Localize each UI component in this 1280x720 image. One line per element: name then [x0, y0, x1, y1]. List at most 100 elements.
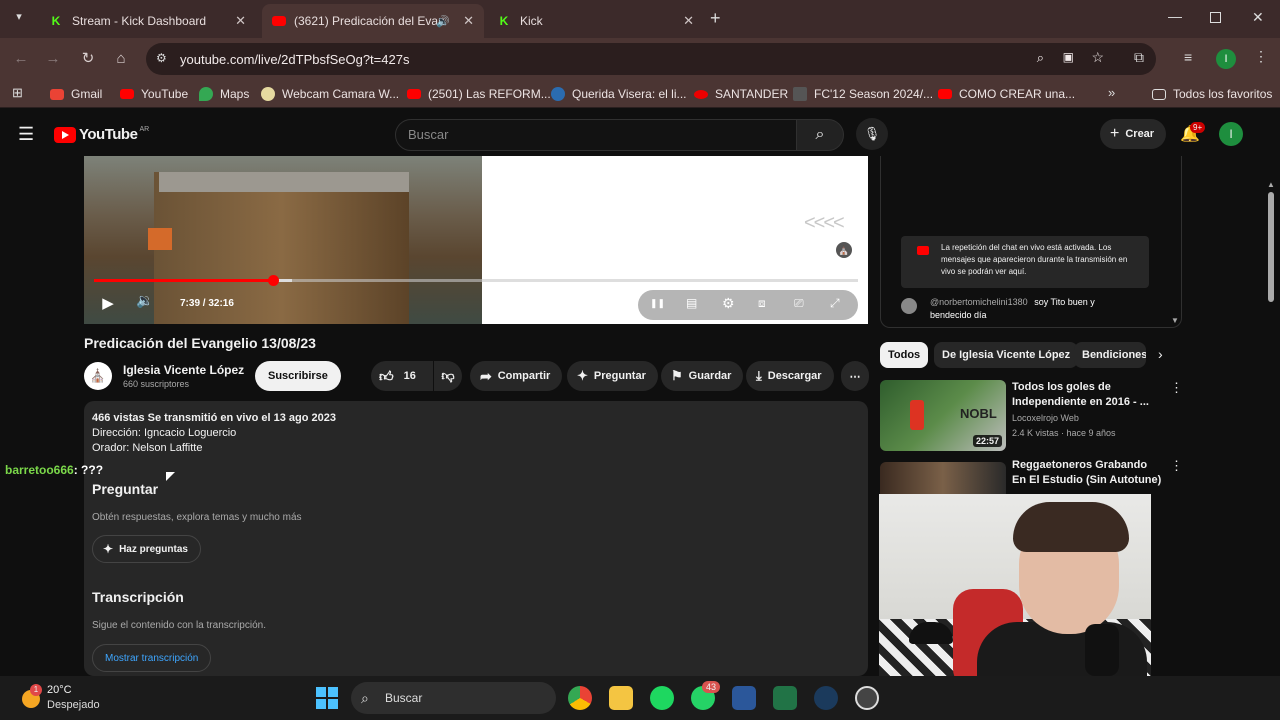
bookmark-icon: ⚑: [671, 368, 683, 383]
speaker-icon[interactable]: 🔊: [436, 15, 450, 28]
reload-icon[interactable]: ↻: [77, 48, 99, 70]
subtitles-icon[interactable]: ▤: [686, 296, 697, 310]
word-icon[interactable]: [732, 686, 756, 710]
new-tab-button[interactable]: +: [710, 8, 721, 29]
settings-icon[interactable]: ⚙: [722, 295, 735, 312]
thumbs-up-icon: 👍︎: [379, 367, 394, 384]
bookmark-fc12[interactable]: FC'12 Season 2024/...: [793, 85, 933, 103]
fullscreen-icon[interactable]: ⤢: [830, 296, 840, 311]
tab-kick[interactable]: K Kick ✕: [486, 4, 704, 38]
more-icon: ⋯: [849, 370, 861, 383]
weather-desc: Despejado: [47, 699, 100, 711]
bookmark-star-icon[interactable]: ☆: [1091, 49, 1104, 66]
share-button[interactable]: ➦ Compartir: [470, 361, 563, 391]
menu-icon[interactable]: ⋮: [1254, 48, 1268, 65]
page-scrollbar[interactable]: [1268, 192, 1274, 302]
close-icon[interactable]: ✕: [235, 13, 246, 29]
more-bookmarks-icon[interactable]: »: [1108, 85, 1115, 100]
chip-bendiciones[interactable]: Bendiciones: [1074, 342, 1146, 368]
show-transcript-button[interactable]: Mostrar transcripción: [92, 644, 212, 672]
minimize-button[interactable]: —: [1168, 8, 1182, 24]
forward-icon[interactable]: →: [42, 48, 64, 70]
back-icon[interactable]: ←: [10, 48, 32, 70]
tab-youtube[interactable]: (3621) Predicación del Evan 🔊 ✕: [262, 4, 484, 38]
chat-scroll-down-icon[interactable]: ▼: [1171, 316, 1179, 325]
bookmark-santander[interactable]: SANTANDER: [694, 85, 788, 103]
bookmark-visera[interactable]: Querida Visera: el li...: [551, 85, 687, 103]
description-views-date: 466 vistas Se transmitió en vivo el 13 a…: [92, 412, 336, 424]
rec-more-icon[interactable]: ⋮: [1170, 380, 1183, 396]
create-button[interactable]: + Crear: [1100, 119, 1167, 149]
channel-name[interactable]: Iglesia Vicente López: [123, 363, 244, 377]
tab-kick-dashboard[interactable]: K Stream - Kick Dashboard ✕: [38, 4, 256, 38]
subscriber-count: 660 suscriptores: [123, 379, 190, 389]
obs-icon[interactable]: [855, 686, 879, 710]
bookmark-gmail[interactable]: Gmail: [50, 85, 102, 103]
weather-widget[interactable]: 1 20°C Despejado: [18, 682, 128, 714]
chip-all[interactable]: Todos: [880, 342, 929, 368]
spotify-icon[interactable]: [650, 686, 674, 710]
pause-icon[interactable]: ❚❚: [650, 298, 665, 309]
bookmark-maps[interactable]: Maps: [199, 85, 249, 103]
chrome-icon[interactable]: [568, 686, 592, 710]
channel-avatar[interactable]: ⛪: [84, 362, 112, 390]
dislike-button[interactable]: 👎︎: [434, 361, 462, 391]
file-explorer-icon[interactable]: [609, 686, 633, 710]
chips-next-icon[interactable]: ›: [1158, 346, 1163, 362]
site-info-icon[interactable]: ⚙: [156, 51, 167, 65]
like-button[interactable]: 👍︎ 16: [371, 361, 433, 391]
rewind-arrows: <<<<: [804, 212, 845, 234]
steam-icon[interactable]: [814, 686, 838, 710]
close-icon[interactable]: ✕: [683, 13, 694, 29]
search-input[interactable]: Buscar: [395, 119, 797, 151]
sparkle-icon: ✦: [103, 542, 114, 556]
cast-icon[interactable]: ⎚: [794, 296, 804, 311]
youtube-icon: [120, 89, 134, 99]
maximize-button[interactable]: [1210, 12, 1221, 23]
scroll-up-icon[interactable]: ▲: [1267, 180, 1275, 189]
mic-button[interactable]: 🎙: [856, 118, 888, 150]
taskbar-search[interactable]: ⌕ Buscar: [351, 682, 556, 714]
more-actions-button[interactable]: ⋯: [841, 361, 869, 391]
zoom-icon[interactable]: ⌕: [1037, 50, 1044, 66]
miniplayer-icon[interactable]: ⧈: [758, 296, 766, 311]
video-player[interactable]: ▶ 🔉 7:39 / 32:16 <<<< ⛪ ❚❚ ▤ ⚙ ⧈ ⎚ ⤢: [84, 156, 868, 324]
rec-item[interactable]: NOBL 22:57 Todos los goles de Independie…: [880, 380, 1183, 452]
excel-icon[interactable]: [773, 686, 797, 710]
youtube-logo[interactable]: YouTube AR: [54, 126, 149, 143]
rec-item[interactable]: Reggaetoneros Grabando En El Estudio (Si…: [880, 458, 1180, 494]
play-button[interactable]: ▶: [96, 292, 120, 316]
rec-more-icon[interactable]: ⋮: [1170, 458, 1180, 474]
home-icon[interactable]: ⌂: [110, 48, 132, 70]
bookmark-como[interactable]: COMO CREAR una...: [938, 85, 1075, 103]
url-field[interactable]: ⚙ youtube.com/live/2dTPbsfSeOg?t=427s ⌕ …: [146, 43, 1156, 75]
seek-bar[interactable]: [94, 275, 858, 286]
close-window-button[interactable]: ✕: [1252, 9, 1264, 26]
all-bookmarks[interactable]: Todos los favoritos: [1152, 85, 1272, 103]
chip-iglesia[interactable]: De Iglesia Vicente López: [934, 342, 1079, 368]
install-icon[interactable]: ▣: [1063, 50, 1074, 64]
save-button[interactable]: ⚑ Guardar: [661, 361, 744, 391]
subscribe-button[interactable]: Suscribirse: [255, 361, 341, 391]
ask-button[interactable]: ✦ Preguntar: [567, 361, 658, 391]
tab-list-button[interactable]: ▾: [10, 10, 28, 28]
mouse-cursor-icon: [166, 472, 175, 481]
download-button[interactable]: ⤓ Descargar: [746, 361, 834, 391]
account-avatar[interactable]: I: [1219, 122, 1243, 146]
hamburger-icon[interactable]: ☰: [18, 124, 34, 145]
apps-icon[interactable]: ⊞: [12, 85, 23, 101]
chat-message: : ???: [73, 463, 104, 477]
profile-avatar[interactable]: I: [1216, 49, 1236, 69]
bookmark-youtube[interactable]: YouTube: [120, 85, 188, 103]
bookmark-reform[interactable]: (2501) Las REFORM...: [407, 85, 551, 103]
start-button[interactable]: [316, 687, 338, 709]
volume-icon[interactable]: 🔉: [136, 292, 153, 309]
media-icon[interactable]: ≡: [1184, 49, 1192, 65]
extensions-icon[interactable]: ⧉: [1134, 49, 1144, 66]
ask-questions-button[interactable]: ✦ Haz preguntas: [92, 535, 201, 563]
seek-handle[interactable]: [268, 275, 279, 286]
close-icon[interactable]: ✕: [463, 13, 474, 29]
bookmark-webcam[interactable]: Webcam Camara W...: [261, 85, 399, 103]
search-button[interactable]: ⌕: [796, 119, 844, 151]
description-box[interactable]: 466 vistas Se transmitió en vivo el 13 a…: [84, 401, 868, 676]
